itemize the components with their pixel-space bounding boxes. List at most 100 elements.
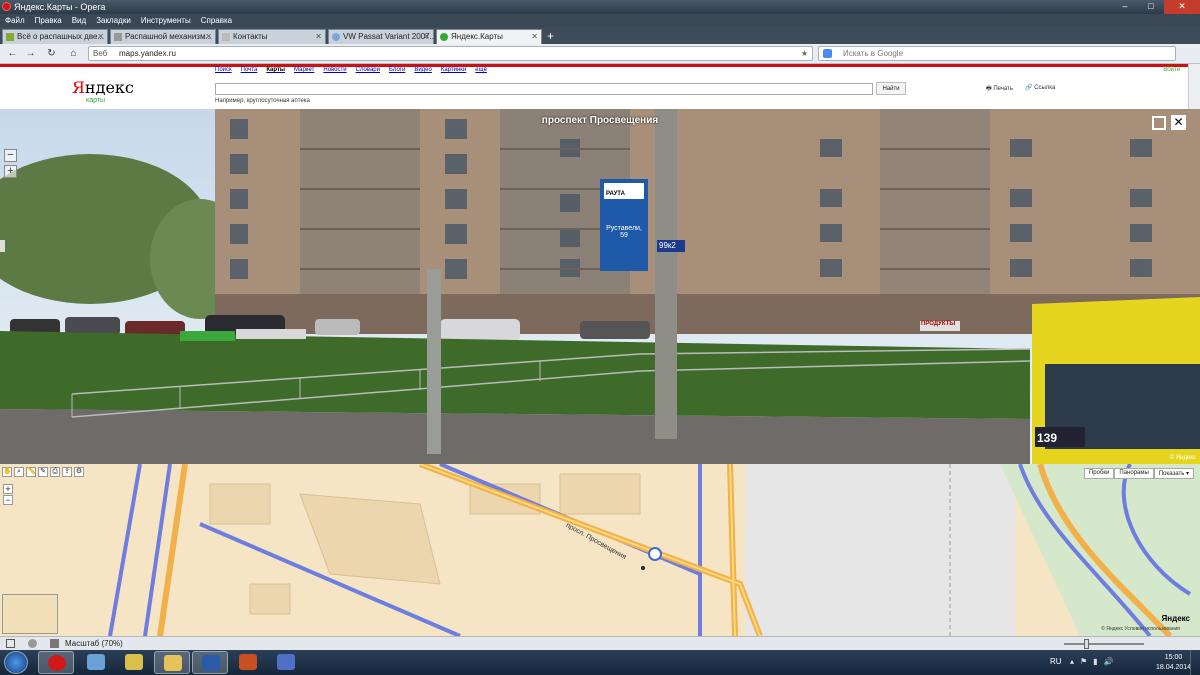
taskbar-word[interactable] — [192, 651, 228, 674]
taskbar-app-7[interactable] — [268, 651, 304, 674]
print-button[interactable]: 🖶 Печать — [986, 84, 1013, 94]
map-zoom-out-button[interactable]: − — [3, 495, 13, 505]
print-map-icon[interactable]: ⎙ — [50, 467, 60, 477]
yandex-logo[interactable]: Яндекс — [72, 78, 134, 97]
nav-video[interactable]: Видео — [414, 67, 432, 73]
nav-blogs[interactable]: Блоги — [389, 67, 405, 73]
new-tab-button[interactable]: + — [547, 29, 554, 43]
nav-dictionaries[interactable]: Словари — [356, 67, 380, 73]
zoom-slider[interactable] — [1064, 639, 1144, 649]
menu-tools[interactable]: Инструменты — [141, 14, 191, 27]
tab-1[interactable]: Всё о распашных две... ✕ — [2, 29, 108, 44]
menu-view[interactable]: Вид — [72, 14, 86, 27]
settings-icon[interactable]: ⚙ — [74, 467, 84, 477]
show-desktop-button[interactable] — [1190, 650, 1200, 675]
tab-close-icon[interactable]: ✕ — [423, 30, 430, 44]
globe-icon — [332, 33, 340, 41]
map-view[interactable]: ✋ ⌕ 📏 ✎ ⎙ ⇪ ⚙ + − Пробки Панорамы Показа… — [0, 464, 1200, 636]
magnifier-icon[interactable]: ⌕ — [14, 467, 24, 477]
panorama-zoom-out-button[interactable]: − — [4, 149, 17, 162]
forward-arrow-icon[interactable]: → — [24, 47, 37, 60]
minimize-button[interactable]: – — [1112, 0, 1138, 14]
ruler-icon[interactable]: 📏 — [26, 467, 36, 477]
reload-icon[interactable]: ↻ — [45, 47, 58, 60]
panorama-side-handle[interactable] — [0, 240, 5, 252]
volume-icon[interactable]: 🔊 — [1104, 657, 1114, 666]
nav-news[interactable]: Новости — [323, 67, 346, 73]
tab-5-active[interactable]: Яндекс.Карты ✕ — [436, 29, 542, 44]
menu-file[interactable]: Файл — [5, 14, 25, 27]
back-arrow-icon[interactable]: ← — [6, 47, 19, 60]
pencil-icon[interactable]: ✎ — [38, 467, 48, 477]
tab-close-icon[interactable]: ✕ — [97, 30, 104, 44]
app-icon — [239, 654, 257, 670]
show-layers-dropdown[interactable]: Показать ▾ — [1153, 468, 1194, 479]
panorama-street-title: проспект Просвещения — [541, 115, 659, 126]
tab-label: Распашной механизм... — [125, 32, 213, 41]
panorama-close-button[interactable]: ✕ — [1171, 115, 1186, 130]
menu-help[interactable]: Справка — [201, 14, 232, 27]
clock-time: 15:00 — [1164, 654, 1183, 661]
zoom-slider-handle[interactable] — [1084, 639, 1089, 649]
panorama-zoom-in-button[interactable]: + — [4, 165, 17, 178]
cloud-icon[interactable] — [28, 639, 37, 648]
map-canvas — [108, 464, 1200, 636]
hand-tool-icon[interactable]: ✋ — [2, 467, 12, 477]
url-field[interactable]: Веб maps.yandex.ru ★ — [88, 46, 813, 61]
nav-maps[interactable]: Карты — [266, 67, 285, 73]
taskbar-app-3[interactable] — [116, 651, 152, 674]
menu-bookmarks[interactable]: Закладки — [96, 14, 131, 27]
link-button[interactable]: 🔗 Ссылка — [1025, 84, 1055, 91]
nav-more[interactable]: ещё — [475, 67, 487, 73]
nav-search[interactable]: Поиск — [215, 67, 232, 73]
tab-close-icon[interactable]: ✕ — [205, 30, 212, 44]
network-icon[interactable]: ▮ — [1093, 657, 1097, 666]
panel-toggle-icon[interactable] — [6, 639, 15, 648]
search-hint[interactable]: Например, круглосуточная аптека — [215, 98, 310, 104]
taskbar-app-2[interactable] — [78, 651, 114, 674]
maps-search-input[interactable] — [215, 83, 873, 95]
nav-images[interactable]: Картинки — [441, 67, 466, 73]
map-copyright[interactable]: © Яндекс Условия использования — [1101, 626, 1180, 632]
nav-market[interactable]: Маркет — [294, 67, 314, 73]
yandex-nav: Поиск Почта Карты Маркет Новости Словари… — [215, 67, 487, 73]
map-zoom-in-button[interactable]: + — [3, 484, 13, 494]
expand-icon[interactable] — [1152, 116, 1166, 130]
start-button[interactable] — [4, 651, 28, 674]
maximize-button[interactable]: □ — [1138, 0, 1164, 14]
share-icon[interactable]: ⇪ — [62, 467, 72, 477]
nav-mail[interactable]: Почта — [241, 67, 258, 73]
overview-minimap[interactable] — [2, 594, 58, 634]
service-name: карты — [86, 97, 106, 104]
taskbar-opera[interactable] — [38, 651, 74, 674]
close-window-button[interactable]: ✕ — [1164, 0, 1200, 14]
star-icon[interactable]: ★ — [801, 47, 808, 60]
status-bar: Масштаб (70%) — [0, 636, 1200, 650]
tab-label: Всё о распашных две... — [17, 32, 105, 41]
panorama-layer-button[interactable]: Панорамы — [1114, 468, 1154, 479]
zoom-level[interactable]: Масштаб (70%) — [65, 637, 123, 650]
language-indicator[interactable]: RU — [1050, 657, 1062, 666]
tray-flag-icon[interactable]: ⚑ — [1080, 657, 1087, 666]
tab-3[interactable]: Контакты ✕ — [218, 29, 326, 44]
taskbar-app-6[interactable] — [230, 651, 266, 674]
menu-edit[interactable]: Правка — [35, 14, 62, 27]
page-icon — [222, 33, 230, 41]
taskbar-explorer[interactable] — [154, 651, 190, 674]
tab-close-icon[interactable]: ✕ — [315, 30, 322, 44]
view-icon[interactable] — [50, 639, 59, 648]
clock[interactable]: 15:00 18.04.2014 — [1156, 653, 1191, 673]
address-toolbar: ← → ↻ ⌂ Веб maps.yandex.ru ★ Искать в Go… — [0, 44, 1200, 64]
home-icon[interactable]: ⌂ — [67, 47, 80, 60]
street-panorama[interactable]: проспект Просвещения − + ✕ РАУТА Руставе… — [0, 109, 1200, 464]
tab-close-icon[interactable]: ✕ — [531, 30, 538, 44]
windows-taskbar: RU ▴ ⚑ ▮ 🔊 15:00 18.04.2014 — [0, 650, 1200, 675]
window-controls: – □ ✕ — [1112, 0, 1200, 14]
tray-arrow-icon[interactable]: ▴ — [1070, 657, 1074, 666]
tab-2[interactable]: Распашной механизм... ✕ — [110, 29, 216, 44]
traffic-layer-button[interactable]: Пробки — [1083, 468, 1115, 479]
search-input[interactable]: Искать в Google — [818, 46, 1176, 61]
find-button[interactable]: Найти — [876, 82, 906, 95]
tab-4[interactable]: VW Passat Variant 2007... ✕ — [328, 29, 434, 44]
login-link[interactable]: Войти — [1163, 67, 1180, 73]
